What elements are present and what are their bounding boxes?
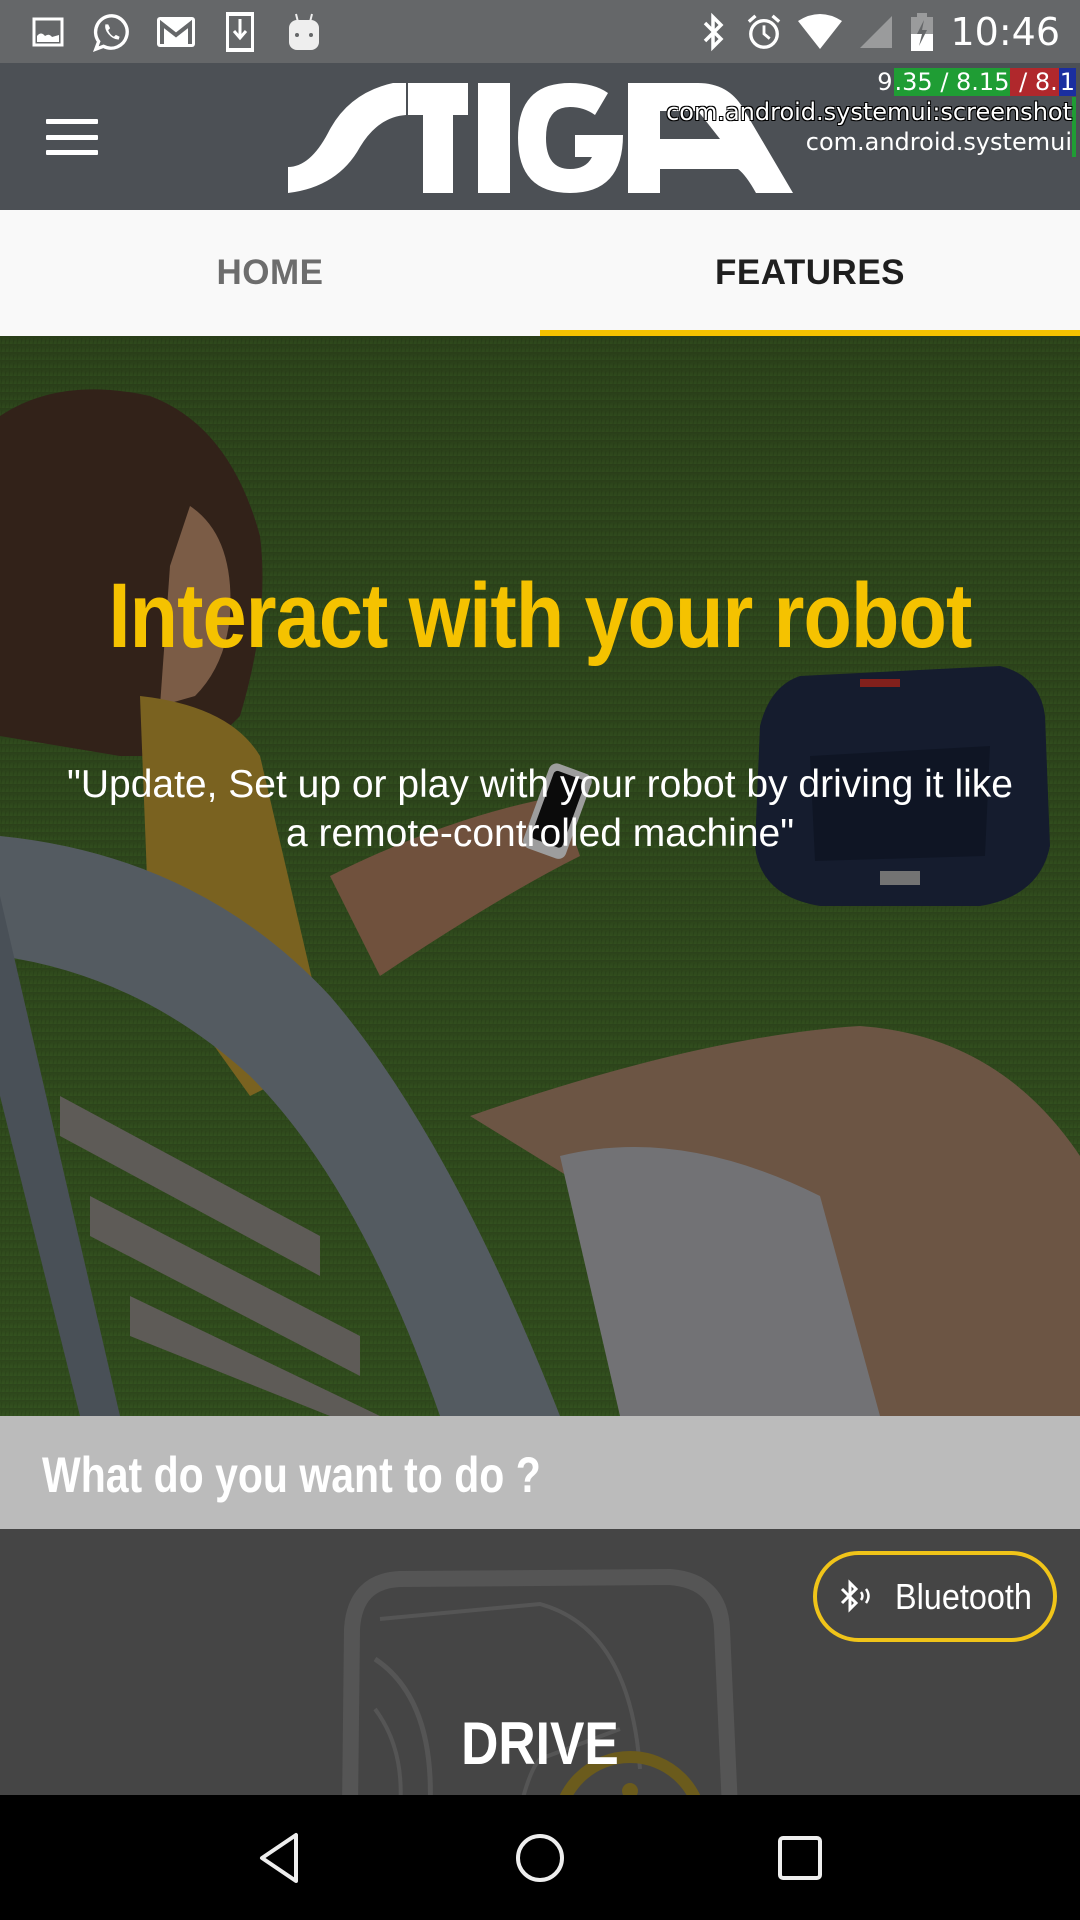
home-icon[interactable]: [490, 1808, 590, 1908]
gallery-icon: [28, 12, 68, 52]
notification-icons: [28, 11, 348, 52]
app-bar: 9.35 / 8.15 / 8.1 com.android.systemui:s…: [0, 63, 1080, 210]
download-icon: [220, 11, 260, 52]
section-header-title: What do you want to do ?: [42, 1447, 541, 1503]
debug-overlay: 9.35 / 8.15 / 8.1 com.android.systemui:s…: [666, 67, 1076, 157]
drive-label: DRIVE: [461, 1710, 619, 1777]
battery-charging-icon: [908, 12, 936, 52]
section-header: What do you want to do ?: [0, 1416, 1080, 1529]
bluetooth-icon: [696, 12, 732, 52]
recents-icon[interactable]: [750, 1808, 850, 1908]
back-icon[interactable]: [230, 1808, 330, 1908]
tab-features[interactable]: FEATURES: [540, 210, 1080, 336]
android-icon: [284, 12, 324, 52]
status-bar: 10:46: [0, 0, 1080, 63]
fps-readout: 9.35 / 8.15 / 8.1: [877, 68, 1076, 96]
hero-title: Interact with your robot: [108, 565, 973, 667]
debug-line-package: com.android.systemui: [666, 127, 1076, 157]
wifi-icon: [796, 12, 844, 52]
gmail-icon: [156, 12, 196, 52]
clock: 10:46: [950, 9, 1060, 54]
system-icons: 10:46: [682, 10, 1060, 54]
tab-bar: HOME FEATURES: [0, 210, 1080, 336]
drive-card[interactable]: DRIVE Bluetooth: [0, 1529, 1080, 1795]
tab-home[interactable]: HOME: [0, 210, 540, 336]
bluetooth-signal-icon: [840, 1578, 870, 1613]
hero-dim-overlay: [0, 336, 1080, 1416]
android-navigation-bar: [0, 1795, 1080, 1920]
debug-line-package-screenshot: com.android.systemui:screenshot: [666, 97, 1076, 127]
bluetooth-button[interactable]: Bluetooth: [813, 1551, 1057, 1642]
hero-banner: Interact with your robot "Update, Set up…: [0, 336, 1080, 1416]
hero-subtitle: "Update, Set up or play with your robot …: [67, 763, 1013, 855]
whatsapp-icon: [92, 12, 132, 52]
hamburger-menu-icon[interactable]: [44, 113, 100, 161]
cell-signal-icon: [858, 12, 894, 52]
bluetooth-button-label: Bluetooth: [895, 1575, 1032, 1617]
alarm-icon: [746, 12, 782, 52]
